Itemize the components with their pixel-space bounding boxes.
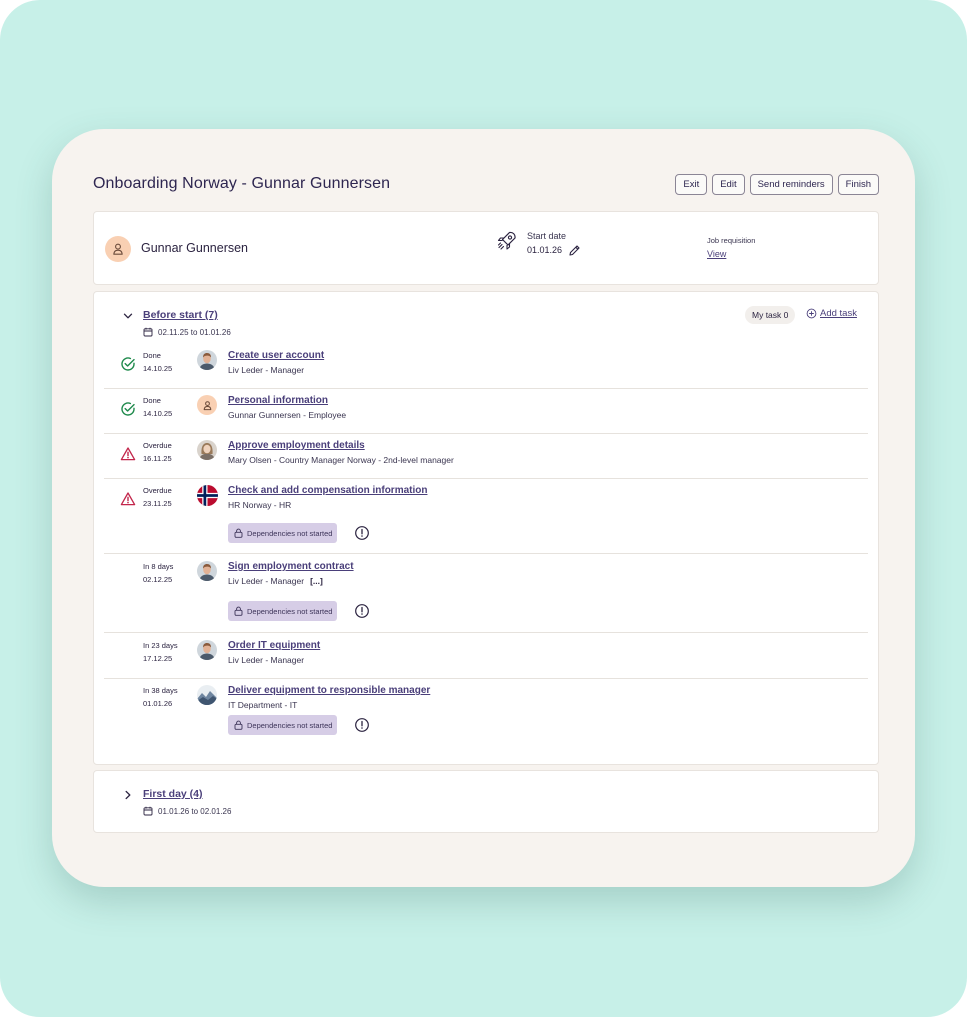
task-date: 14.10.25 [143,409,173,418]
info-circle-icon[interactable] [354,525,370,541]
task-date: 23.11.25 [143,499,172,508]
send-reminders-button[interactable]: Send reminders [749,174,833,195]
task-assignee-line: Liv Leder - Manager [...] [228,576,323,586]
lock-icon [234,606,243,616]
task-status: In 38 days [143,686,178,695]
task-status: Done [143,396,161,405]
phase-date-text: 02.11.25 to 01.01.26 [158,327,231,337]
job-requisition-view-link[interactable]: View [707,249,726,259]
task-status: In 23 days [143,641,178,650]
assignee-photo-avatar [197,640,217,660]
task-title-link[interactable]: Order IT equipment [228,640,320,651]
phase-title[interactable]: First day (4) [143,788,203,800]
task-assignee: Gunnar Gunnersen - Employee [228,410,347,420]
task-status: Overdue [143,486,172,495]
person-icon [113,243,123,255]
norway-flag-icon [197,485,218,506]
task-status: Overdue [143,441,172,450]
task-assignee: Mary Olsen - Country Manager Norway - 2n… [228,455,454,465]
phase-date-range: 02.11.25 to 01.01.26 [143,327,231,337]
rocket-icon [497,231,516,250]
dependencies-badge-label: Dependencies not started [247,720,333,730]
task-title-link[interactable]: Create user account [228,350,324,361]
job-requisition-label: Job requisition [707,236,756,245]
phase-before-start: Before start (7) 02.11.25 to 01.01.26 My… [93,291,879,765]
task-row: Done 14.10.25 Create user account Liv Le… [104,349,868,389]
task-date: 01.01.26 [143,699,173,708]
task-assignee: Liv Leder - Manager [228,365,305,375]
exit-button[interactable]: Exit [675,174,708,195]
page-title: Onboarding Norway - Gunnar Gunnersen [93,175,391,192]
lock-icon [234,720,243,730]
start-date-label: Start date [527,231,567,241]
task-row: Done 14.10.25 Personal information Gunna… [104,394,868,434]
dependencies-badge-label: Dependencies not started [247,606,333,616]
task-row: In 23 days 17.12.25 Order IT equipment L… [104,639,868,679]
task-date: 02.12.25 [143,575,173,584]
task-row: In 38 days 01.01.26 Deliver equipment to… [104,684,868,756]
check-circle-icon [121,402,135,416]
warning-triangle-icon [120,492,136,506]
finish-button[interactable]: Finish [837,174,879,195]
task-title-link[interactable]: Deliver equipment to responsible manager [228,685,430,696]
task-title-link[interactable]: Approve employment details [228,440,365,451]
person-icon [203,400,211,410]
employee-name: Gunnar Gunnersen [141,241,249,255]
task-date: 17.12.25 [143,654,173,663]
dependencies-badge: Dependencies not started [228,715,338,735]
dependencies-badge-label: Dependencies not started [247,528,333,538]
task-title-link[interactable]: Check and add compensation information [228,485,427,496]
lock-icon [234,528,243,538]
pencil-icon[interactable] [568,244,581,257]
task-assignee: IT Department - IT [228,700,298,710]
info-circle-icon[interactable] [354,717,370,733]
assignee-person-avatar [197,395,217,415]
task-status: Done [143,351,161,360]
my-task-filter[interactable]: My task 0 [745,306,796,324]
task-row: Overdue 23.11.25 Check and add compensat… [104,484,868,554]
edit-button[interactable]: Edit [712,174,745,195]
plus-circle-icon [806,308,817,319]
chevron-right-icon[interactable] [122,789,134,801]
info-circle-icon[interactable] [354,603,370,619]
more-assignees-button[interactable]: [...] [310,576,323,586]
dependencies-badge: Dependencies not started [228,523,338,543]
calendar-icon [143,806,153,816]
task-title-link[interactable]: Personal information [228,395,328,406]
assignee-photo-avatar [197,350,217,370]
task-date: 16.11.25 [143,454,172,463]
task-title-link[interactable]: Sign employment contract [228,561,354,572]
start-date-value: 01.01.26 [527,245,563,255]
assignee-landscape-avatar [197,685,217,705]
task-assignee: Liv Leder - Manager [228,576,305,586]
task-date: 14.10.25 [143,364,173,373]
assignee-photo-avatar [197,440,217,460]
task-assignee: HR Norway - HR [228,500,292,510]
calendar-icon [143,327,153,337]
warning-triangle-icon [120,447,136,461]
phase-title[interactable]: Before start (7) [143,309,218,321]
employee-avatar [105,236,131,262]
phase-date-range: 01.01.26 to 02.01.26 [143,806,231,816]
phase-first-day: First day (4) 01.01.26 to 02.01.26 [93,770,879,833]
add-task-label: Add task [820,308,857,319]
employee-header: Gunnar Gunnersen Start date 01.01.26 Job… [93,211,879,285]
assignee-photo-avatar [197,561,217,581]
task-assignee: Liv Leder - Manager [228,655,305,665]
task-row: Overdue 16.11.25 Approve employment deta… [104,439,868,479]
task-row: In 8 days 02.12.25 Sign employment contr… [104,560,868,633]
chevron-down-icon[interactable] [122,310,134,322]
add-task-button[interactable]: Add task [806,308,857,319]
task-status: In 8 days [143,562,174,571]
phase-date-text: 01.01.26 to 02.01.26 [158,806,232,816]
dependencies-badge: Dependencies not started [228,601,338,621]
check-circle-icon [121,357,135,371]
header-actions: Exit Edit Send reminders Finish [675,174,879,195]
